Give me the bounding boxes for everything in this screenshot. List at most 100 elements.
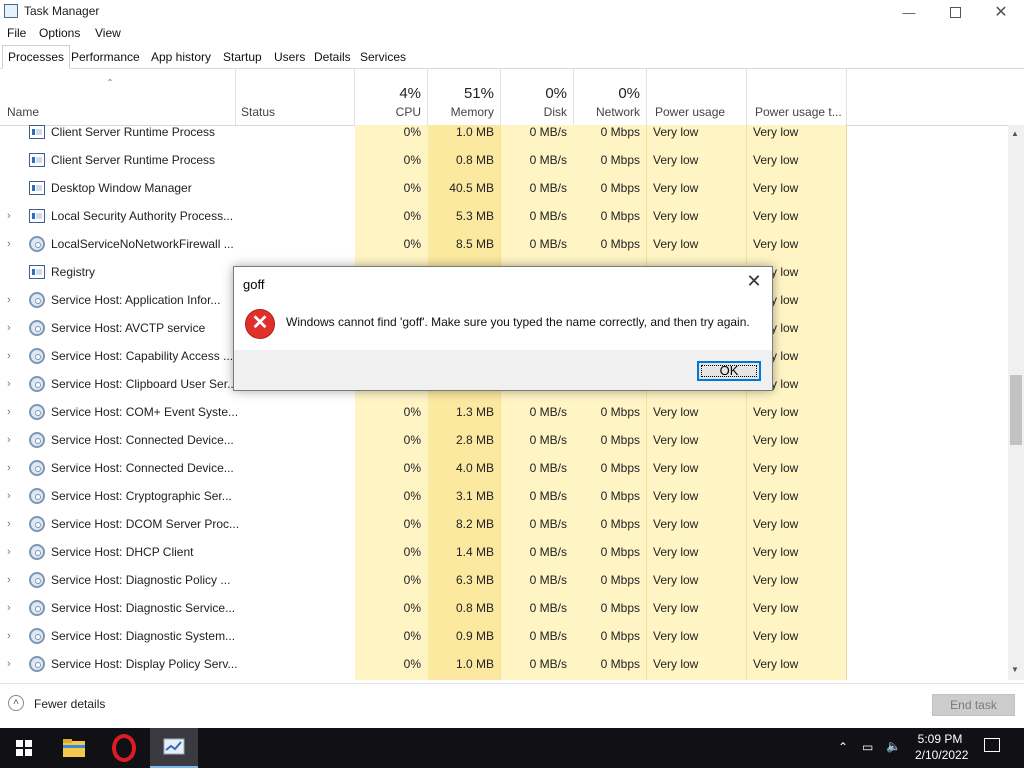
expand-chevron-icon[interactable]: › <box>7 349 17 377</box>
dialog-message: Windows cannot find 'goff'. Make sure yo… <box>286 315 750 329</box>
column-disk[interactable]: 0% Disk <box>501 69 574 125</box>
cell-power-trend: Very low <box>753 601 799 615</box>
cell-power-trend: Very low <box>753 125 799 139</box>
table-row[interactable]: › Service Host: Diagnostic Service... 0% 0.… <box>0 600 1008 629</box>
process-name: Service Host: DCOM Server Proc... <box>51 517 240 531</box>
cell-cpu: 0% <box>403 405 421 419</box>
expand-chevron-icon[interactable]: › <box>7 657 17 680</box>
tab-details[interactable]: Details <box>309 46 356 68</box>
expand-chevron-icon[interactable]: › <box>7 321 17 349</box>
cell-power: Very low <box>653 573 699 587</box>
cell-power-trend: Very low <box>753 517 799 531</box>
expand-chevron-icon[interactable]: › <box>7 405 17 433</box>
opera-button[interactable] <box>100 728 148 768</box>
column-power-trend-label: Power usage t... <box>755 105 842 119</box>
cell-cpu: 0% <box>403 545 421 559</box>
fewer-details-link[interactable]: Fewer details <box>34 697 105 711</box>
service-gear-icon <box>29 488 45 504</box>
expand-chevron-icon[interactable]: › <box>7 209 17 237</box>
cell-cpu: 0% <box>403 433 421 447</box>
service-gear-icon <box>29 432 45 448</box>
column-name[interactable]: Name <box>0 69 236 125</box>
table-row[interactable]: › Service Host: Connected Device... 0% 2.8 … <box>0 432 1008 461</box>
maximize-button[interactable] <box>932 0 978 24</box>
tab-processes[interactable]: Processes <box>2 45 71 69</box>
network-icon[interactable]: ▭ <box>862 740 873 754</box>
table-row[interactable]: › Service Host: DCOM Server Proc... 0% 8.2 … <box>0 516 1008 545</box>
expand-chevron-icon[interactable]: › <box>7 545 17 573</box>
table-row[interactable]: › Local Security Authority Process... 0% 5.… <box>0 209 1008 237</box>
dialog-close-button[interactable]: ✕ <box>744 271 764 291</box>
vertical-scrollbar[interactable]: ▲ ▼ <box>1008 125 1024 680</box>
cell-power-trend: Very low <box>753 657 799 671</box>
menu-options[interactable]: Options <box>39 26 80 40</box>
table-row[interactable]: › Service Host: Diagnostic System... 0% 0.9… <box>0 628 1008 657</box>
table-row[interactable]: › Service Host: Display Policy Serv... 0% 1… <box>0 656 1008 680</box>
cell-power: Very low <box>653 629 699 643</box>
chevron-up-icon[interactable]: ˄ <box>8 695 24 711</box>
table-row[interactable]: › Service Host: Cryptographic Ser... 0% 3.1… <box>0 488 1008 517</box>
cell-memory: 2.8 MB <box>455 433 494 447</box>
expand-chevron-icon[interactable]: › <box>7 293 17 321</box>
end-task-button[interactable]: End task <box>932 694 1015 716</box>
column-power-trend[interactable]: Power usage t... <box>747 69 847 125</box>
expand-chevron-icon[interactable]: › <box>7 629 17 657</box>
service-gear-icon <box>29 320 45 336</box>
clock[interactable]: 5:09 PM 2/10/2022 <box>915 732 968 762</box>
table-row[interactable]: › Service Host: DHCP Client 0% 1.4 MB 0 MB/s… <box>0 544 1008 573</box>
column-status[interactable]: Status <box>236 69 355 125</box>
cell-power-trend: Very low <box>753 181 799 195</box>
task-manager-taskbar-button[interactable] <box>150 728 198 768</box>
close-icon: ✕ <box>746 271 762 291</box>
column-cpu[interactable]: 4% CPU <box>355 69 428 125</box>
expand-chevron-icon[interactable]: › <box>7 461 17 489</box>
cell-network: 0 Mbps <box>600 489 640 503</box>
cell-memory: 0.8 MB <box>455 601 494 615</box>
process-window-icon <box>29 265 45 279</box>
table-row[interactable]: Desktop Window Manager 0% 40.5 MB 0 MB/s 0 M… <box>0 181 1008 209</box>
close-button[interactable]: ✕ <box>978 0 1024 24</box>
cell-power: Very low <box>653 209 699 223</box>
table-row[interactable]: › Service Host: COM+ Event Syste... 0% 1.3 … <box>0 404 1008 433</box>
expand-chevron-icon[interactable]: › <box>7 601 17 629</box>
tray-chevron-icon[interactable]: ⌃ <box>838 740 848 754</box>
tab-users[interactable]: Users <box>269 46 310 68</box>
column-network[interactable]: 0% Network <box>574 69 647 125</box>
start-button[interactable] <box>0 728 48 768</box>
expand-chevron-icon[interactable]: › <box>7 573 17 601</box>
window-title: Task Manager <box>24 4 100 18</box>
scroll-down-icon[interactable]: ▼ <box>1011 665 1019 674</box>
scroll-thumb[interactable] <box>1010 375 1022 445</box>
expand-chevron-icon[interactable]: › <box>7 377 17 405</box>
table-row[interactable]: › Service Host: Diagnostic Policy ... 0% 6.… <box>0 572 1008 601</box>
column-power[interactable]: Power usage <box>647 69 747 125</box>
cell-network: 0 Mbps <box>600 433 640 447</box>
expand-chevron-icon[interactable]: › <box>7 489 17 517</box>
column-memory[interactable]: 51% Memory <box>428 69 501 125</box>
menu-file[interactable]: File <box>7 26 26 40</box>
table-row[interactable]: › LocalServiceNoNetworkFirewall ... 0% 8.5 … <box>0 236 1008 265</box>
expand-chevron-icon[interactable]: › <box>7 237 17 265</box>
scroll-up-icon[interactable]: ▲ <box>1011 129 1019 138</box>
process-name: Local Security Authority Process... <box>51 209 234 223</box>
menu-view[interactable]: View <box>95 26 121 40</box>
volume-muted-icon[interactable]: 🔈 <box>886 739 901 753</box>
file-explorer-button[interactable] <box>50 728 98 768</box>
ok-button[interactable]: OK <box>697 361 761 381</box>
tab-app-history[interactable]: App history <box>146 46 216 68</box>
expand-chevron-icon[interactable]: › <box>7 433 17 461</box>
tab-performance[interactable]: Performance <box>66 46 145 68</box>
expand-chevron-icon[interactable]: › <box>7 517 17 545</box>
notification-icon[interactable] <box>984 738 1000 752</box>
tab-services[interactable]: Services <box>355 46 411 68</box>
table-row[interactable]: Client Server Runtime Process 0% 1.0 MB 0 M… <box>0 125 1008 153</box>
tab-startup[interactable]: Startup <box>218 46 267 68</box>
cell-power: Very low <box>653 461 699 475</box>
cpu-total: 4% <box>399 85 421 102</box>
table-row[interactable]: Client Server Runtime Process 0% 0.8 MB 0 M… <box>0 153 1008 181</box>
table-row[interactable]: › Service Host: Connected Device... 0% 4.0 … <box>0 460 1008 489</box>
cell-network: 0 Mbps <box>600 237 640 251</box>
minimize-button[interactable]: — <box>886 0 932 24</box>
dialog-title: goff <box>243 277 265 292</box>
process-name: LocalServiceNoNetworkFirewall ... <box>51 237 234 251</box>
